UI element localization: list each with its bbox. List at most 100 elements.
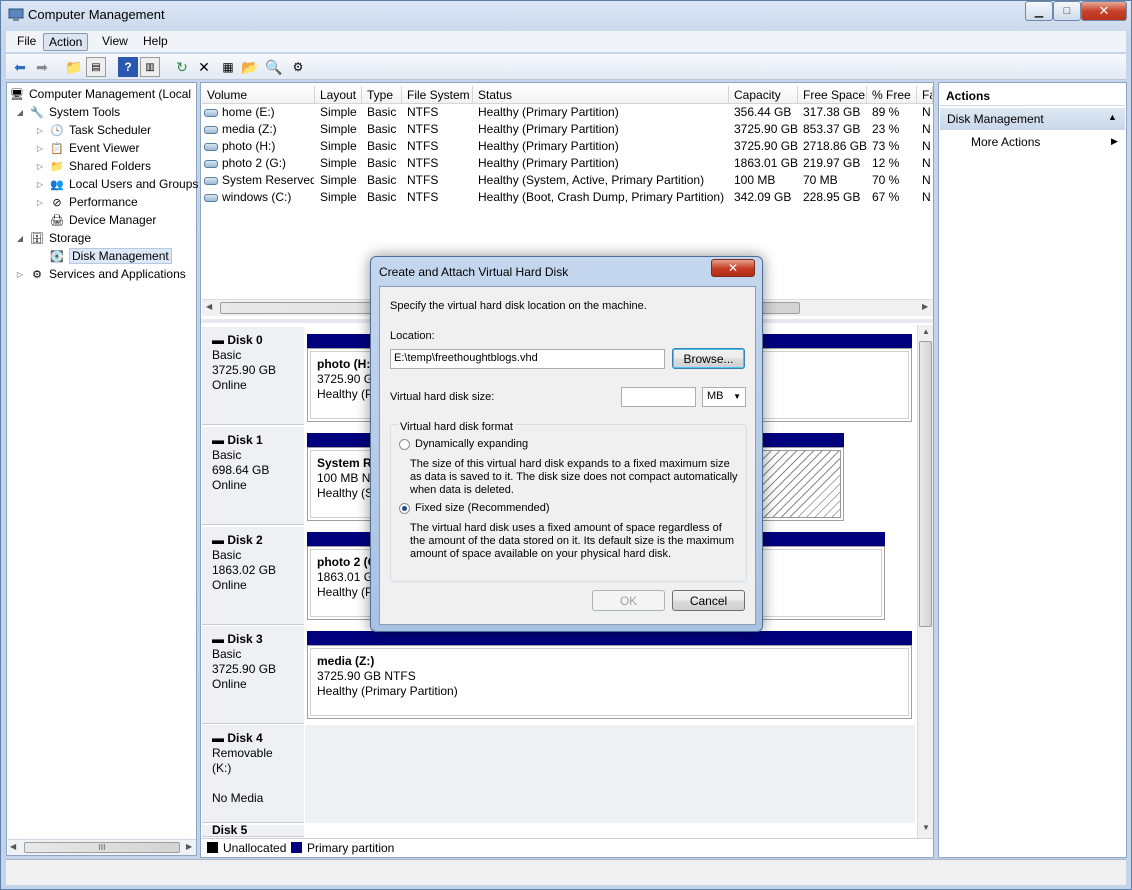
- volume-name-cell[interactable]: media (Z:): [204, 122, 314, 139]
- scroll-down-icon[interactable]: ▼: [922, 823, 930, 832]
- table-cell[interactable]: 70 MB: [803, 173, 869, 190]
- table-cell[interactable]: NTFS: [407, 173, 475, 190]
- table-cell[interactable]: 89 %: [872, 105, 918, 122]
- tree-item-device-manager[interactable]: 🖨 Device Manager: [49, 211, 156, 229]
- cancel-button[interactable]: Cancel: [672, 590, 745, 611]
- hatched-partition[interactable]: [758, 450, 841, 518]
- up-folder-icon[interactable]: 📁: [64, 57, 84, 77]
- table-cell[interactable]: Simple: [320, 156, 364, 173]
- col-free-space[interactable]: Free Space: [798, 86, 867, 104]
- location-input[interactable]: E:\temp\freethoughtblogs.vhd: [390, 349, 665, 369]
- table-cell[interactable]: Basic: [367, 122, 405, 139]
- scroll-right-icon[interactable]: ▶: [922, 302, 928, 311]
- size-input[interactable]: [621, 387, 696, 407]
- menu-help[interactable]: Help: [138, 33, 173, 51]
- show-hide-action-pane-icon[interactable]: ▥: [140, 57, 160, 77]
- dropdown-arrow-icon[interactable]: ▼: [733, 392, 741, 401]
- scroll-thumb[interactable]: III: [24, 842, 180, 853]
- table-cell[interactable]: 1863.01 GB: [734, 156, 800, 173]
- collapsed-arrow-icon[interactable]: ▷: [15, 270, 25, 279]
- table-cell[interactable]: N: [922, 122, 934, 139]
- table-cell[interactable]: 23 %: [872, 122, 918, 139]
- col-status[interactable]: Status: [473, 86, 729, 104]
- menu-view[interactable]: View: [97, 33, 133, 51]
- table-cell[interactable]: 73 %: [872, 139, 918, 156]
- table-cell[interactable]: NTFS: [407, 190, 475, 207]
- col-percent-free[interactable]: % Free: [867, 86, 917, 104]
- table-cell[interactable]: 3725.90 GB: [734, 122, 800, 139]
- tree-horizontal-scrollbar[interactable]: ◀ III ▶: [8, 839, 196, 855]
- volume-name-cell[interactable]: photo 2 (G:): [204, 156, 314, 173]
- table-cell[interactable]: 219.97 GB: [803, 156, 869, 173]
- table-cell[interactable]: 67 %: [872, 190, 918, 207]
- table-cell[interactable]: Healthy (Primary Partition): [478, 105, 730, 122]
- table-cell[interactable]: 3725.90 GB: [734, 139, 800, 156]
- table-cell[interactable]: 12 %: [872, 156, 918, 173]
- scroll-up-icon[interactable]: ▲: [922, 327, 930, 336]
- search-disk-icon[interactable]: 🔍: [264, 57, 284, 77]
- open-folder-icon[interactable]: 📂: [240, 57, 260, 77]
- collapsed-arrow-icon[interactable]: ▷: [35, 144, 45, 153]
- settings-icon[interactable]: ⚙: [288, 57, 308, 77]
- table-cell[interactable]: Healthy (System, Active, Primary Partiti…: [478, 173, 730, 190]
- col-layout[interactable]: Layout: [315, 86, 362, 104]
- table-cell[interactable]: Basic: [367, 173, 405, 190]
- table-cell[interactable]: 228.95 GB: [803, 190, 869, 207]
- table-cell[interactable]: 356.44 GB: [734, 105, 800, 122]
- tree-item-task-scheduler[interactable]: ▷ 🕓 Task Scheduler: [35, 121, 151, 139]
- volume-name-cell[interactable]: System Reserved: [204, 173, 314, 190]
- collapsed-arrow-icon[interactable]: ▷: [35, 162, 45, 171]
- table-cell[interactable]: Simple: [320, 105, 364, 122]
- disk-3-label[interactable]: ▬ Disk 3 Basic 3725.90 GB Online: [202, 626, 304, 724]
- table-cell[interactable]: NTFS: [407, 139, 475, 156]
- table-cell[interactable]: 853.37 GB: [803, 122, 869, 139]
- disk-0-label[interactable]: ▬ Disk 0 Basic 3725.90 GB Online: [202, 327, 304, 425]
- table-cell[interactable]: Basic: [367, 139, 405, 156]
- tree-item-root[interactable]: 🖥 Computer Management (Local: [9, 85, 191, 103]
- minimize-button[interactable]: ▁: [1025, 1, 1053, 21]
- expanded-arrow-icon[interactable]: ◢: [15, 108, 25, 117]
- dialog-close-button[interactable]: ✕: [711, 259, 755, 277]
- browse-button[interactable]: Browse...: [672, 348, 745, 369]
- table-cell[interactable]: N: [922, 156, 934, 173]
- scroll-left-icon[interactable]: ◀: [10, 842, 16, 851]
- table-cell[interactable]: Basic: [367, 156, 405, 173]
- table-cell[interactable]: Basic: [367, 105, 405, 122]
- table-cell[interactable]: NTFS: [407, 156, 475, 173]
- volume-name-cell[interactable]: home (E:): [204, 105, 314, 122]
- col-volume[interactable]: Volume: [202, 86, 315, 104]
- unit-select[interactable]: MB ▼: [702, 387, 746, 407]
- disk-view-vscrollbar[interactable]: ▲ ▼: [917, 325, 933, 838]
- maximize-button[interactable]: □: [1053, 1, 1081, 21]
- forward-icon[interactable]: ➡: [32, 57, 52, 77]
- help-icon[interactable]: ?: [118, 57, 138, 77]
- table-cell[interactable]: Simple: [320, 139, 364, 156]
- table-cell[interactable]: N: [922, 173, 934, 190]
- table-cell[interactable]: N: [922, 105, 934, 122]
- actions-section-disk-management[interactable]: Disk Management ▲: [940, 108, 1125, 130]
- table-cell[interactable]: Healthy (Primary Partition): [478, 139, 730, 156]
- table-cell[interactable]: Healthy (Primary Partition): [478, 122, 730, 139]
- ok-button[interactable]: OK: [592, 590, 665, 611]
- col-capacity[interactable]: Capacity: [729, 86, 798, 104]
- table-cell[interactable]: NTFS: [407, 105, 475, 122]
- disk-1-label[interactable]: ▬ Disk 1 Basic 698.64 GB Online: [202, 427, 304, 525]
- tree-item-event-viewer[interactable]: ▷ 📋 Event Viewer: [35, 139, 140, 157]
- table-cell[interactable]: Simple: [320, 122, 364, 139]
- table-cell[interactable]: 100 MB: [734, 173, 800, 190]
- table-cell[interactable]: 342.09 GB: [734, 190, 800, 207]
- properties-icon[interactable]: ▦: [218, 57, 238, 77]
- dynamic-radio[interactable]: [399, 439, 410, 450]
- scroll-right-icon[interactable]: ▶: [186, 842, 192, 851]
- fixed-radio[interactable]: [399, 503, 410, 514]
- menu-file[interactable]: File: [12, 33, 41, 51]
- collapsed-arrow-icon[interactable]: ▷: [35, 180, 45, 189]
- table-cell[interactable]: N: [922, 190, 934, 207]
- show-hide-console-tree-icon[interactable]: ▤: [86, 57, 106, 77]
- table-cell[interactable]: Healthy (Primary Partition): [478, 156, 730, 173]
- delete-icon[interactable]: ✕: [194, 57, 214, 77]
- disk-5-label[interactable]: Disk 5: [202, 825, 304, 837]
- dynamic-label[interactable]: Dynamically expanding: [415, 438, 528, 450]
- scroll-thumb[interactable]: [919, 341, 932, 627]
- tree-item-local-users[interactable]: ▷ 👥 Local Users and Groups: [35, 175, 198, 193]
